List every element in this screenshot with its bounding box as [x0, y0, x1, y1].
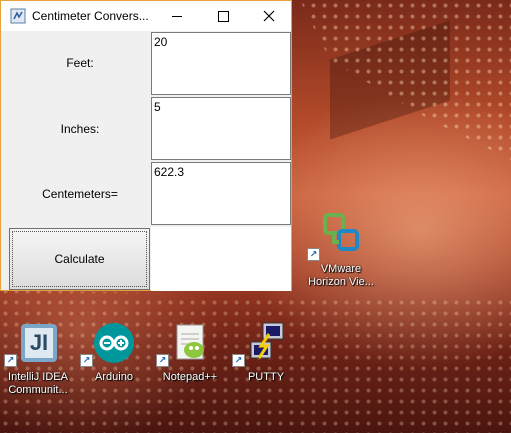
- form-grid: Feet: 20 Inches: 5 Centemeters= 622.3 Ca…: [9, 31, 291, 292]
- vmware-label: VMware Horizon Vie...: [308, 263, 374, 288]
- desktop-icon-vmware[interactable]: ↗ VMware Horizon Vie...: [303, 212, 379, 289]
- intellij-icon: JI: [21, 324, 57, 362]
- putty-icon: [250, 322, 284, 359]
- converter-window: Centimeter Convers... Feet: 20 Inches: 5…: [0, 0, 292, 291]
- maximize-icon: [217, 10, 229, 22]
- wallpaper-chip: [330, 20, 450, 140]
- inches-input[interactable]: 5: [151, 97, 291, 160]
- intellij-label: IntelliJ IDEA Communit...: [8, 371, 68, 396]
- inches-label: Inches:: [60, 122, 100, 136]
- svg-text:JI: JI: [30, 330, 48, 355]
- close-button[interactable]: [246, 1, 292, 31]
- desktop-icon-notepadpp[interactable]: ↗ Notepad++: [152, 320, 228, 384]
- centimeters-label: Centemeters=: [42, 187, 118, 201]
- title-bar[interactable]: Centimeter Convers...: [1, 1, 291, 31]
- feet-input[interactable]: 20: [151, 32, 291, 95]
- arduino-icon: [94, 323, 134, 363]
- desktop-icon-putty[interactable]: ↗ PUTTY: [228, 320, 304, 384]
- minimize-button[interactable]: [154, 1, 200, 31]
- minimize-icon: [171, 15, 182, 17]
- shortcut-arrow-icon: ↗: [307, 248, 320, 261]
- desktop-icon-intellij[interactable]: JI ↗ IntelliJ IDEA Communit...: [0, 320, 76, 397]
- maximize-button[interactable]: [200, 1, 246, 31]
- desktop-icon-arduino[interactable]: ↗ Arduino: [76, 320, 152, 384]
- shortcut-arrow-icon: ↗: [156, 354, 169, 367]
- notepadpp-icon: [176, 324, 204, 360]
- centimeters-output[interactable]: 622.3: [151, 162, 291, 225]
- empty-panel: [151, 227, 291, 291]
- calculate-button[interactable]: Calculate: [9, 228, 150, 290]
- feet-label: Feet:: [66, 56, 94, 70]
- close-icon: [263, 10, 275, 22]
- window-title: Centimeter Convers...: [32, 9, 149, 23]
- vmware-horizon-icon: [323, 213, 359, 251]
- java-app-icon: [10, 8, 26, 24]
- shortcut-arrow-icon: ↗: [232, 354, 245, 367]
- putty-label: PUTTY: [247, 371, 285, 383]
- shortcut-arrow-icon: ↗: [80, 354, 93, 367]
- arduino-label: Arduino: [95, 371, 133, 383]
- shortcut-arrow-icon: ↗: [4, 354, 17, 367]
- notepadpp-label: Notepad++: [162, 371, 218, 383]
